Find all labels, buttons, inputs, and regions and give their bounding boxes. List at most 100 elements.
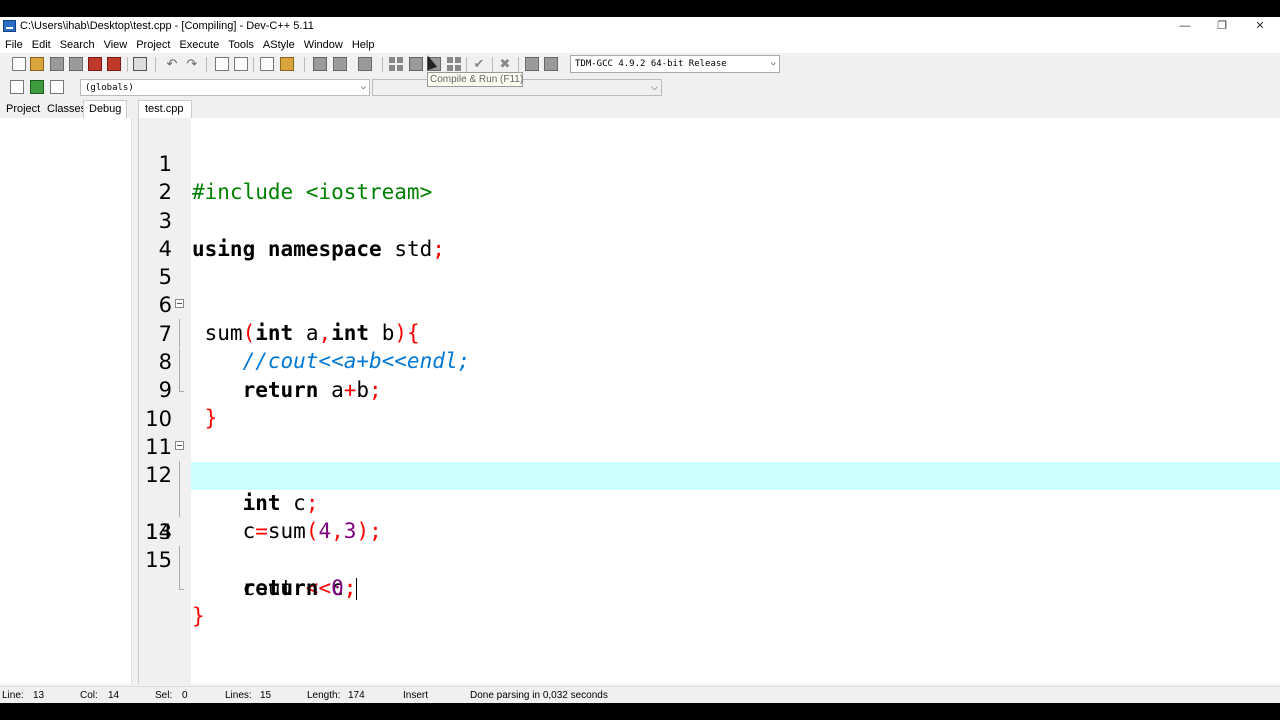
find-icon[interactable] <box>215 57 229 71</box>
code-line: 12 c=sum(4,3); <box>139 433 1280 543</box>
code-line: 9 <box>139 348 1280 402</box>
open-file-icon[interactable] <box>30 57 44 71</box>
editor-tab-test-cpp[interactable]: test.cpp <box>138 100 192 118</box>
chevron-down-icon: ⌵ <box>651 82 658 92</box>
chevron-down-icon: ⌵ <box>360 82 366 92</box>
goto-line-icon[interactable] <box>260 57 274 71</box>
menu-file[interactable]: File <box>0 36 27 51</box>
title-bar: C:\Users\ihab\Desktop\test.cpp - [Compil… <box>0 17 1280 36</box>
menu-bar: File Edit Search View Project Execute Tools ASt… <box>0 36 1280 53</box>
menu-tools[interactable]: Tools <box>223 36 258 51</box>
left-panel-tabs: Project Classes Debug <box>0 100 132 118</box>
profile-icon[interactable] <box>525 57 539 71</box>
fold-end-guide <box>179 574 184 591</box>
menu-astyle[interactable]: AStyle <box>258 36 299 51</box>
toolbar-separator <box>206 57 207 72</box>
stop-execution-icon[interactable]: ✖ <box>498 57 512 71</box>
menu-window[interactable]: Window <box>299 36 347 51</box>
symbol: } <box>192 604 205 629</box>
syntax-check-icon[interactable]: ✔ <box>472 57 486 71</box>
toolbar-separator <box>253 57 254 72</box>
toolbar-separator <box>304 57 305 72</box>
status-sel-label: Sel: <box>155 690 173 701</box>
code-line: 4 <box>139 207 1280 261</box>
menu-project[interactable]: Project <box>131 36 174 51</box>
minimize-button[interactable]: — <box>1166 17 1204 36</box>
goto-definition-icon[interactable] <box>50 80 64 94</box>
compiler-select-value: TDM-GCC 4.9.2 64-bit Release <box>575 59 727 69</box>
toolbar-separator <box>382 57 383 72</box>
window-title: C:\Users\ihab\Desktop\test.cpp - [Compil… <box>20 20 314 32</box>
bookmark-icon[interactable] <box>280 57 294 71</box>
menu-help[interactable]: Help <box>347 36 379 51</box>
code-editor[interactable]: 1 #include <iostream> 2 3 using namespac… <box>138 118 1280 684</box>
text-caret <box>356 577 358 600</box>
toolbar-separator <box>518 57 519 72</box>
print-icon[interactable] <box>133 57 147 71</box>
close-button[interactable]: ✕ <box>1241 17 1279 36</box>
devcpp-app-icon <box>3 20 16 32</box>
main-toolbar: ↶ ↷ ✔ ✖ TDM-GCC 4.9.2 64-bit Release ⌵ <box>0 53 1280 76</box>
code-line: 2 <box>139 150 1280 204</box>
goto-declaration-icon[interactable] <box>30 80 44 94</box>
toolbar-separator <box>155 57 156 72</box>
toolbar-separator <box>466 57 467 72</box>
code-line: 8 } <box>139 320 1280 430</box>
tab-classes[interactable]: Classes <box>47 103 86 115</box>
status-insert-mode: Insert <box>403 690 429 701</box>
close-file-icon[interactable] <box>88 57 102 71</box>
save-icon[interactable] <box>50 57 64 71</box>
save-all-icon[interactable] <box>69 57 83 71</box>
new-file-icon[interactable] <box>12 57 26 71</box>
redo-icon[interactable]: ↷ <box>185 57 199 71</box>
status-length-label: Length: <box>307 690 341 701</box>
menu-view[interactable]: View <box>99 36 132 51</box>
menu-execute[interactable]: Execute <box>174 36 223 51</box>
class-toolbar: (globals) ⌵ ⌵ <box>0 76 1280 100</box>
run-icon[interactable] <box>409 57 423 71</box>
status-lines-value: 15 <box>260 690 272 701</box>
code-line: 10 int main(){ <box>139 377 1280 487</box>
replace-icon[interactable] <box>234 57 248 71</box>
tab-debug[interactable]: Debug <box>83 100 128 118</box>
status-length-value: 174 <box>348 690 365 701</box>
code-line-current: 13 cout <<c; <box>139 461 1280 600</box>
code-line: 3 using namespace std; <box>139 179 1280 261</box>
compiler-select[interactable]: TDM-GCC 4.9.2 64-bit Release ⌵ <box>570 55 780 73</box>
debug-panel <box>0 118 132 684</box>
rebuild-all-icon[interactable] <box>447 57 461 71</box>
code-line: 11 int c; <box>139 405 1280 515</box>
code-line: 14 return 0; <box>139 490 1280 600</box>
menu-edit[interactable]: Edit <box>27 36 55 51</box>
line-number: 15 <box>145 548 172 573</box>
delete-profile-icon[interactable] <box>544 57 558 71</box>
unindent-icon[interactable] <box>313 57 327 71</box>
close-all-icon[interactable] <box>107 57 121 71</box>
code-line: 7 return a+b; <box>139 292 1280 402</box>
status-line-label: Line: <box>2 690 24 701</box>
code-line: 1 #include <iostream> <box>139 122 1280 204</box>
class-select-value: (globals) <box>85 83 134 93</box>
status-col-label: Col: <box>80 690 98 701</box>
menu-search[interactable]: Search <box>55 36 99 51</box>
class-select[interactable]: (globals) ⌵ <box>80 79 370 96</box>
toggle-comment-icon[interactable] <box>358 57 372 71</box>
indent-icon[interactable] <box>333 57 347 71</box>
code-line: 5 sum(int a,int b){ <box>139 235 1280 345</box>
undo-icon[interactable]: ↶ <box>165 57 179 71</box>
code-lines: 1 #include <iostream> 2 3 using namespac… <box>139 122 1280 628</box>
compile-run-tooltip: Compile & Run (F11) <box>427 72 523 87</box>
code-line: 6 //cout<<a+b<<endl; <box>139 263 1280 373</box>
toolbar-separator <box>492 57 493 72</box>
tab-project[interactable]: Project <box>6 103 40 115</box>
current-line-highlight <box>191 461 1280 490</box>
compile-icon[interactable] <box>389 57 403 71</box>
insert-icon[interactable] <box>10 80 24 94</box>
status-line-value: 13 <box>33 690 45 701</box>
symbol: ; <box>343 575 357 600</box>
status-bar: Line: 13 Col: 14 Sel: 0 Lines: 15 Length… <box>0 686 1280 703</box>
devcpp-window: C:\Users\ihab\Desktop\test.cpp - [Compil… <box>0 17 1280 703</box>
status-col-value: 14 <box>108 690 120 701</box>
status-lines-label: Lines: <box>225 690 252 701</box>
restore-button[interactable]: ❐ <box>1203 17 1241 36</box>
